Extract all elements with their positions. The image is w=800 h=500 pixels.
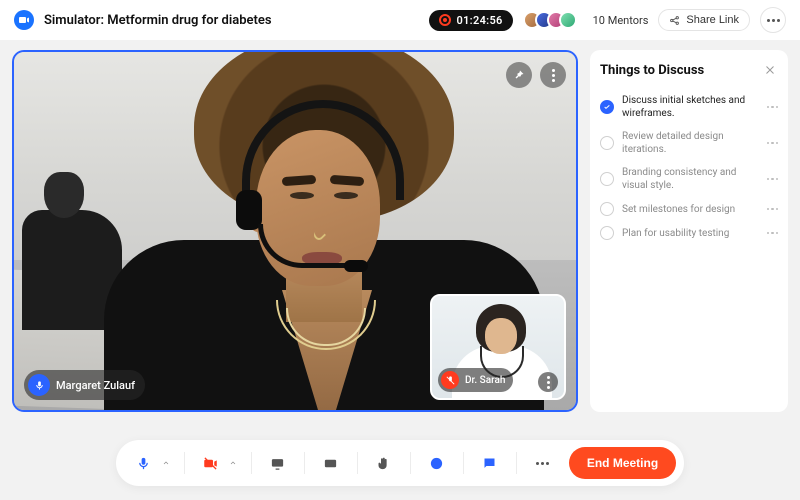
app-logo: [14, 10, 34, 30]
chat-button[interactable]: [476, 449, 504, 477]
mic-options-button[interactable]: [160, 449, 172, 477]
checkbox-unchecked-icon[interactable]: [600, 226, 614, 240]
mentors-count: 10 Mentors: [593, 14, 649, 27]
pip-name-chip: Dr. Sarah: [438, 368, 513, 392]
camera-off-icon: [203, 456, 218, 471]
close-panel-button[interactable]: [762, 62, 778, 78]
mic-off-icon: [445, 375, 456, 386]
discuss-item-text: Review detailed design iterations.: [622, 130, 759, 156]
stage-more-button[interactable]: [540, 62, 566, 88]
discuss-item-text: Set milestones for design: [622, 203, 759, 216]
primary-mic-status: [28, 374, 50, 396]
top-bar: Simulator: Metformin drug for diabetes 0…: [0, 0, 800, 40]
pip-participant-name: Dr. Sarah: [465, 375, 505, 386]
end-meeting-button[interactable]: End Meeting: [569, 447, 676, 479]
video-icon: [18, 14, 30, 26]
recording-timer: 01:24:56: [457, 14, 503, 27]
ellipsis-icon: [536, 462, 549, 465]
checkbox-unchecked-icon[interactable]: [600, 202, 614, 216]
avatar: [559, 11, 577, 29]
dock-more-button[interactable]: [529, 449, 557, 477]
discuss-item-text: Branding consistency and visual style.: [622, 166, 759, 192]
discuss-item[interactable]: Review detailed design iterations.: [600, 126, 778, 160]
camera-options-button[interactable]: [227, 449, 239, 477]
screen-share-icon: [270, 456, 285, 471]
kebab-icon: [547, 376, 550, 389]
mic-icon: [136, 456, 151, 471]
discuss-list: Discuss initial sketches and wireframes.…: [600, 90, 778, 244]
pin-icon: [513, 69, 525, 81]
closed-captions-button[interactable]: [317, 449, 345, 477]
pip-video[interactable]: Dr. Sarah: [430, 294, 566, 400]
mentor-avatars[interactable]: [523, 11, 577, 29]
discuss-item-more-button[interactable]: [767, 106, 779, 109]
pin-button[interactable]: [506, 62, 532, 88]
mic-icon: [34, 380, 45, 391]
discuss-item-more-button[interactable]: [767, 178, 779, 181]
dock-area: End Meeting: [0, 426, 800, 500]
discuss-panel-title: Things to Discuss: [600, 63, 704, 78]
camera-toggle-button[interactable]: [197, 449, 225, 477]
discuss-item[interactable]: Plan for usability testing: [600, 222, 778, 244]
raise-hand-icon: [376, 456, 391, 471]
video-stage: Margaret Zulauf Dr. Sarah: [12, 50, 578, 412]
chat-icon: [482, 456, 497, 471]
close-icon: [764, 64, 776, 76]
chevron-up-icon: [229, 459, 237, 467]
primary-participant-name: Margaret Zulauf: [56, 379, 135, 392]
raise-hand-button[interactable]: [370, 449, 398, 477]
cc-icon: [323, 456, 338, 471]
pip-mic-status: [441, 371, 459, 389]
primary-name-chip: Margaret Zulauf: [24, 370, 145, 400]
mic-toggle-button[interactable]: [130, 449, 158, 477]
reactions-button[interactable]: [423, 449, 451, 477]
ellipsis-icon: [767, 19, 780, 22]
checkbox-unchecked-icon[interactable]: [600, 172, 614, 186]
discuss-item[interactable]: Branding consistency and visual style.: [600, 162, 778, 196]
control-dock: End Meeting: [116, 440, 684, 486]
chevron-up-icon: [162, 459, 170, 467]
discuss-item[interactable]: Set milestones for design: [600, 198, 778, 220]
kebab-icon: [552, 69, 555, 82]
discuss-item-more-button[interactable]: [767, 142, 779, 145]
discuss-item-more-button[interactable]: [767, 232, 779, 235]
discuss-item-text: Plan for usability testing: [622, 227, 759, 240]
record-icon: [439, 14, 451, 26]
checkbox-checked-icon[interactable]: [600, 100, 614, 114]
main-area: Margaret Zulauf Dr. Sarah Thing: [0, 40, 800, 426]
discuss-item[interactable]: Discuss initial sketches and wireframes.: [600, 90, 778, 124]
more-button[interactable]: [760, 7, 786, 33]
smile-icon: [429, 456, 444, 471]
share-link-button[interactable]: Share Link: [658, 9, 750, 31]
share-screen-button[interactable]: [264, 449, 292, 477]
discuss-panel: Things to Discuss Discuss initial sketch…: [590, 50, 788, 412]
pip-more-button[interactable]: [538, 372, 558, 392]
discuss-item-text: Discuss initial sketches and wireframes.: [622, 94, 759, 120]
page-title: Simulator: Metformin drug for diabetes: [44, 13, 272, 28]
share-icon: [669, 15, 680, 26]
recording-indicator[interactable]: 01:24:56: [429, 10, 513, 31]
discuss-item-more-button[interactable]: [767, 208, 779, 211]
checkbox-unchecked-icon[interactable]: [600, 136, 614, 150]
